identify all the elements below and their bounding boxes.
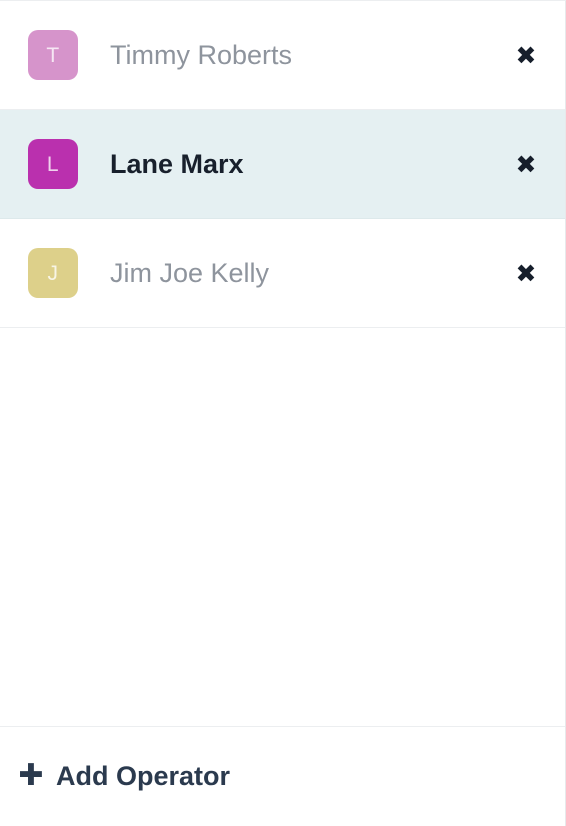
- operator-list: T Timmy Roberts ✖ L Lane Marx ✖ J Jim Jo…: [0, 1, 565, 328]
- add-operator-button[interactable]: ✚ Add Operator: [18, 760, 230, 792]
- remove-operator-button[interactable]: ✖: [509, 147, 543, 181]
- plus-icon: ✚: [18, 758, 44, 794]
- list-empty-area: [0, 328, 565, 727]
- panel-footer: ✚ Add Operator: [0, 727, 565, 826]
- avatar: L: [28, 139, 78, 189]
- avatar: J: [28, 248, 78, 298]
- operator-row[interactable]: T Timmy Roberts ✖: [0, 1, 565, 110]
- remove-operator-button[interactable]: ✖: [509, 256, 543, 290]
- add-operator-label: Add Operator: [56, 761, 231, 792]
- operator-name: Lane Marx: [110, 148, 244, 179]
- operator-row[interactable]: L Lane Marx ✖: [0, 110, 565, 219]
- avatar: T: [28, 30, 78, 80]
- operators-panel: T Timmy Roberts ✖ L Lane Marx ✖ J Jim Jo…: [0, 0, 566, 826]
- remove-operator-button[interactable]: ✖: [509, 38, 543, 72]
- operator-name: Timmy Roberts: [110, 39, 293, 70]
- operator-name: Jim Joe Kelly: [110, 257, 270, 288]
- operator-row[interactable]: J Jim Joe Kelly ✖: [0, 219, 565, 328]
